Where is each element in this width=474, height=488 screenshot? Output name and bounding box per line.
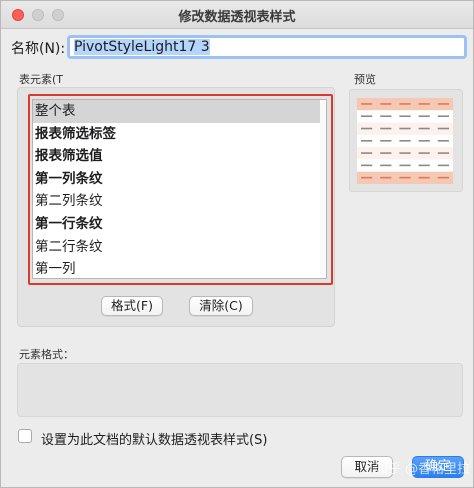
preview-cell — [437, 127, 449, 130]
preview-cell — [361, 176, 373, 179]
style-name-value: PivotStyleLight17 3 — [74, 39, 210, 55]
preview-cell — [380, 140, 392, 142]
preview-cell — [361, 127, 373, 130]
preview-label: 预览 — [354, 73, 376, 86]
preview-cell — [437, 103, 449, 105]
preview-cell — [380, 152, 392, 154]
table-elements-label: 表元素(T — [19, 73, 64, 86]
clear-button[interactable]: 清除(C) — [189, 296, 253, 316]
preview-cell — [380, 176, 392, 179]
cancel-button[interactable]: 取消 — [341, 456, 393, 478]
modify-pivot-style-dialog: 修改数据透视表样式 名称(N): PivotStyleLight17 3 表元素… — [0, 0, 474, 488]
preview-cell — [399, 103, 411, 105]
highlight-annotation — [28, 94, 333, 285]
preview-cell — [399, 152, 411, 154]
preview-cell — [361, 115, 373, 118]
preview-cell — [437, 115, 449, 118]
name-label: 名称(N): — [11, 41, 66, 57]
preview-cell — [361, 152, 373, 154]
element-format-box — [17, 363, 463, 417]
preview-cell — [380, 164, 392, 167]
preview-cell — [399, 127, 411, 130]
preview-cell — [418, 164, 430, 167]
preview-cell — [361, 140, 373, 142]
style-name-input[interactable]: PivotStyleLight17 3 — [67, 35, 467, 59]
preview-cell — [399, 176, 411, 179]
default-style-checkbox[interactable] — [18, 429, 32, 443]
preview-table-graphic — [357, 98, 453, 184]
preview-cell — [380, 115, 392, 118]
preview-cell — [418, 152, 430, 154]
preview-cell — [380, 103, 392, 105]
preview-cell — [418, 140, 430, 142]
preview-cell — [418, 103, 430, 105]
preview-cell — [399, 115, 411, 118]
preview-cell — [437, 140, 449, 142]
preview-cell — [361, 103, 373, 105]
preview-cell — [399, 140, 411, 142]
style-preview — [357, 98, 453, 184]
ok-button[interactable]: 确定 — [412, 456, 464, 478]
preview-cell — [418, 176, 430, 179]
preview-cell — [437, 164, 449, 167]
preview-cell — [361, 164, 373, 167]
preview-cell — [380, 127, 392, 130]
window-title: 修改数据透视表样式 — [178, 10, 296, 25]
preview-cell — [399, 164, 411, 167]
title-bar: 修改数据透视表样式 — [1, 1, 473, 29]
format-button[interactable]: 格式(F) — [101, 296, 163, 316]
element-format-label: 元素格式： — [19, 348, 74, 361]
default-style-label: 设置为此文档的默认数据透视表样式(S) — [41, 433, 268, 448]
preview-cell — [437, 176, 449, 179]
preview-cell — [418, 115, 430, 118]
preview-cell — [437, 152, 449, 154]
preview-cell — [418, 127, 430, 130]
